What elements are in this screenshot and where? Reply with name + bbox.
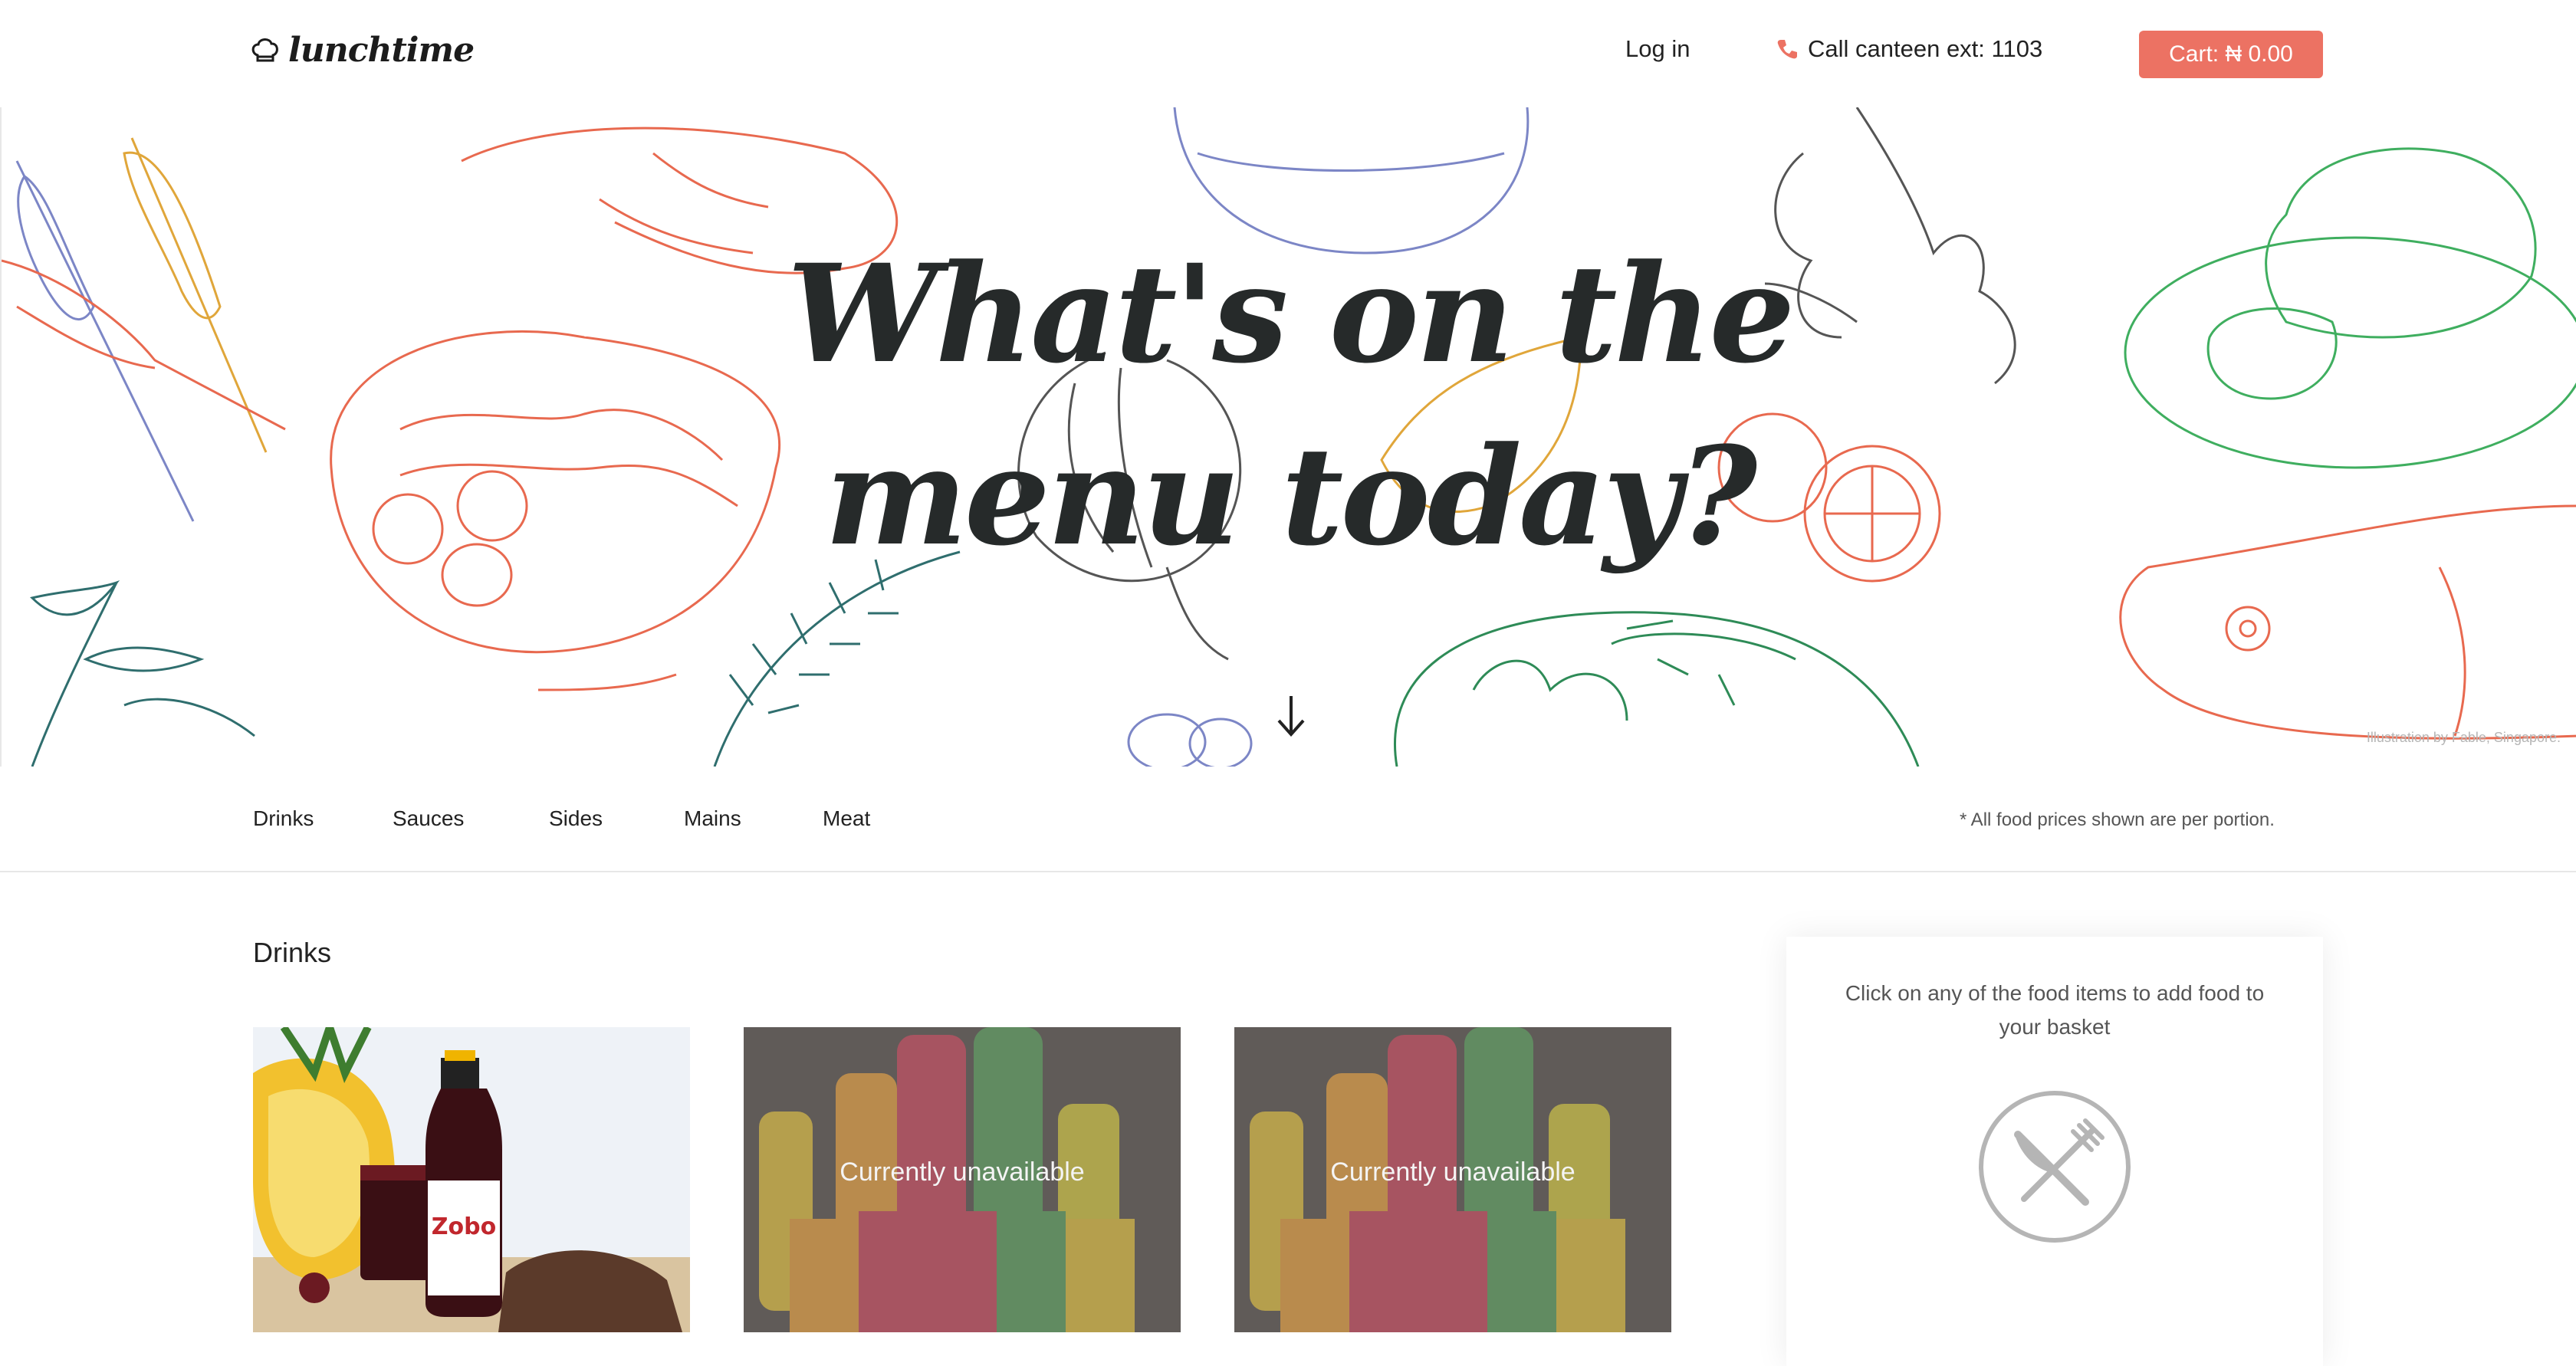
food-image[interactable]: Zobo: [253, 1027, 690, 1332]
category-meat[interactable]: Meat: [823, 806, 870, 831]
price-note: * All food prices shown are per portion.: [1960, 809, 2275, 830]
basket-panel: Click on any of the food items to add fo…: [1786, 937, 2323, 1366]
knife-fork-icon: [1979, 1091, 2131, 1243]
food-card[interactable]: Currently unavailable: [1234, 1027, 1671, 1364]
section-title-drinks: Drinks: [253, 937, 332, 968]
top-header: lunchtime Log in Call canteen ext: 1103 …: [0, 0, 2576, 107]
zobo-drink-image: Zobo: [253, 1027, 690, 1332]
category-nav: Drinks Sauces Sides Mains Meat * All foo…: [0, 767, 2576, 872]
hero-title-line1: What's on the: [787, 235, 1795, 393]
hero-title-line2: menu today?: [824, 417, 1758, 576]
arrow-down-icon[interactable]: [1274, 693, 1308, 739]
category-mains[interactable]: Mains: [684, 806, 741, 831]
logo-text: lunchtime: [288, 31, 475, 70]
phone-icon: [1777, 40, 1797, 59]
hero-banner: What's on the menu today? Illustration b…: [0, 107, 2576, 768]
call-canteen-label: Call canteen ext: 1103: [1808, 35, 2043, 62]
basket-empty-message: Click on any of the food items to add fo…: [1845, 981, 2265, 1039]
login-link[interactable]: Log in: [1625, 35, 1690, 63]
food-card[interactable]: Currently unavailable: [744, 1027, 1181, 1364]
call-canteen[interactable]: Call canteen ext: 1103: [1776, 35, 2042, 63]
unavailable-label: Currently unavailable: [1330, 1157, 1576, 1187]
chef-hat-icon: [251, 38, 278, 61]
logo[interactable]: lunchtime: [250, 31, 475, 70]
category-sides[interactable]: Sides: [549, 806, 603, 831]
cart-button[interactable]: Cart: ₦ 0.00: [2139, 31, 2323, 78]
svg-text:Zobo: Zobo: [432, 1213, 496, 1240]
illustration-credit: Illustration by Fable, Singapore.: [2366, 730, 2561, 745]
category-sauces[interactable]: Sauces: [393, 806, 464, 831]
category-drinks[interactable]: Drinks: [253, 806, 314, 831]
unavailable-label: Currently unavailable: [840, 1157, 1085, 1187]
food-card[interactable]: Zobo: [253, 1027, 690, 1364]
